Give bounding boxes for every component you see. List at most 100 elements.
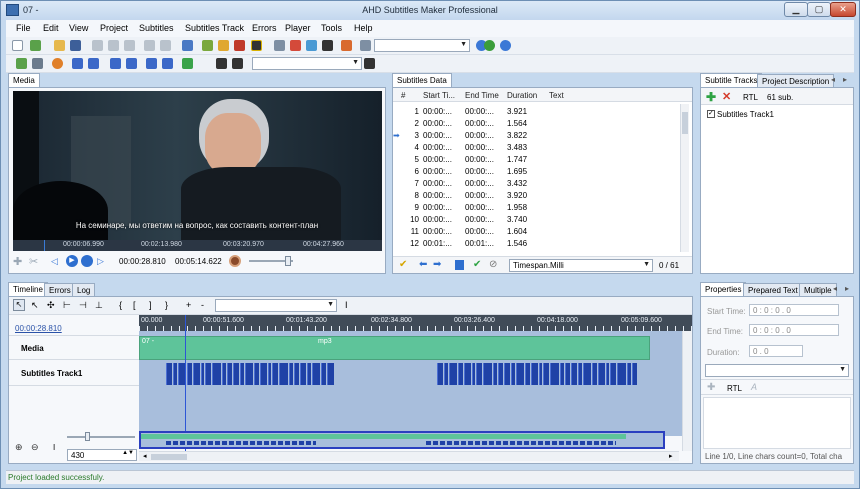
pointer-icon[interactable]: ↖ bbox=[31, 300, 39, 311]
subtitle-block[interactable] bbox=[476, 363, 482, 385]
bracket-left-icon[interactable]: [ bbox=[133, 300, 136, 310]
split-marker-icon[interactable]: ⊥ bbox=[95, 300, 103, 311]
media-clip[interactable]: 07 - mp3 bbox=[139, 336, 650, 360]
subtitle-block[interactable] bbox=[201, 363, 204, 385]
tab-subtitles-data[interactable]: Subtitles Data bbox=[392, 73, 452, 87]
image-icon[interactable] bbox=[306, 40, 317, 51]
minimize-button[interactable]: ▁ bbox=[784, 2, 808, 17]
volume-icon[interactable] bbox=[229, 255, 241, 267]
subtitle-block[interactable] bbox=[617, 363, 626, 385]
align-left-icon[interactable] bbox=[110, 58, 121, 69]
cc-icon[interactable] bbox=[322, 40, 333, 51]
tab-errors[interactable]: Errors bbox=[44, 283, 76, 297]
menu-player[interactable]: Player bbox=[285, 23, 311, 33]
subtitle-block[interactable] bbox=[565, 363, 570, 385]
subtitle-block[interactable] bbox=[531, 363, 538, 385]
grid-scrollbar[interactable] bbox=[680, 104, 689, 252]
track-name[interactable]: Subtitles Track1 bbox=[717, 110, 774, 119]
scissors-icon[interactable]: ✂ bbox=[29, 255, 41, 268]
timeline-dropdown[interactable]: ▼ bbox=[215, 299, 337, 312]
timeline-hscroll[interactable]: ◂ ▸ bbox=[139, 451, 679, 461]
subtitle-block[interactable] bbox=[268, 363, 271, 385]
add-icon[interactable] bbox=[30, 40, 41, 51]
tab-prepared-text[interactable]: Prepared Text bbox=[743, 283, 803, 297]
subtitle-text-editor[interactable] bbox=[703, 397, 851, 449]
subtitle-block[interactable] bbox=[300, 363, 306, 385]
subtitle-block[interactable] bbox=[525, 363, 530, 385]
subtitle-block[interactable] bbox=[458, 363, 463, 385]
approve-icon[interactable]: ✔ bbox=[473, 259, 481, 270]
film-icon[interactable] bbox=[232, 58, 243, 69]
new-file-icon[interactable] bbox=[12, 40, 23, 51]
table-row[interactable]: 12 00:01:... 00:01:... 1.546 bbox=[393, 238, 679, 249]
subtitle-block[interactable] bbox=[560, 363, 564, 385]
subtitle-block[interactable] bbox=[498, 363, 503, 385]
subtitle-block[interactable] bbox=[550, 363, 559, 385]
no-entry-icon[interactable] bbox=[52, 58, 63, 69]
trim-start-icon[interactable]: ⊢ bbox=[63, 300, 71, 311]
bracket-open-icon[interactable]: { bbox=[119, 300, 122, 310]
menu-errors[interactable]: Errors bbox=[252, 23, 277, 33]
user-icon[interactable] bbox=[484, 40, 495, 51]
subtitle-block[interactable] bbox=[327, 363, 334, 385]
menu-file[interactable]: File bbox=[16, 23, 31, 33]
record-icon[interactable] bbox=[234, 40, 245, 51]
align-right-icon[interactable] bbox=[126, 58, 137, 69]
video-ruler[interactable]: 00:00:06.990 00:02:13.980 00:03:20.970 0… bbox=[13, 240, 382, 251]
rtl-button[interactable]: RTL bbox=[743, 93, 758, 102]
tab-project-description[interactable]: Project Description bbox=[757, 74, 835, 88]
subtitle-block[interactable] bbox=[173, 363, 177, 385]
redo-icon[interactable] bbox=[160, 40, 171, 51]
subtitle-block[interactable] bbox=[437, 363, 443, 385]
subtitle-block[interactable] bbox=[632, 363, 637, 385]
split-icon[interactable] bbox=[162, 58, 173, 69]
subtitle-block[interactable] bbox=[578, 363, 582, 385]
subtitle-block[interactable] bbox=[598, 363, 605, 385]
stop-button[interactable] bbox=[81, 255, 93, 267]
subtitle-block[interactable] bbox=[245, 363, 253, 385]
open-folder-icon[interactable] bbox=[54, 40, 65, 51]
subtitle-block[interactable] bbox=[307, 363, 311, 385]
menu-subtitles[interactable]: Subtitles bbox=[139, 23, 174, 33]
doc-icon[interactable] bbox=[455, 260, 464, 270]
zoom-slider-thumb[interactable] bbox=[85, 432, 90, 441]
table-row[interactable]: 4 00:00:... 00:00:... 3.483 bbox=[393, 142, 679, 153]
undo-icon[interactable] bbox=[144, 40, 155, 51]
tab-media[interactable]: Media bbox=[8, 73, 40, 87]
subtitle-block[interactable] bbox=[627, 363, 631, 385]
move-icon[interactable]: ✣ bbox=[47, 300, 55, 311]
subtitle-block[interactable] bbox=[312, 363, 320, 385]
grid-scrollbar-thumb[interactable] bbox=[682, 112, 688, 134]
start-time-input[interactable]: 0 : 0 : 0 . 0 bbox=[749, 304, 839, 316]
shift-left-icon[interactable] bbox=[72, 58, 83, 69]
clap-icon[interactable] bbox=[216, 58, 227, 69]
end-time-input[interactable]: 0 : 0 : 0 . 0 bbox=[749, 324, 839, 336]
subtitle-block[interactable] bbox=[233, 363, 239, 385]
toolbar-dropdown[interactable]: ▼ bbox=[374, 39, 470, 52]
menu-subtitles-track[interactable]: Subtitles Track bbox=[185, 23, 244, 33]
cut-icon[interactable] bbox=[92, 40, 103, 51]
import-icon[interactable] bbox=[182, 40, 193, 51]
copy-icon[interactable] bbox=[108, 40, 119, 51]
subtitle-block[interactable] bbox=[583, 363, 591, 385]
subtitle-block[interactable] bbox=[260, 363, 267, 385]
tab-timeline[interactable]: Timeline bbox=[8, 282, 48, 296]
subtitle-block[interactable] bbox=[193, 363, 200, 385]
zoom-out-small-icon[interactable]: - bbox=[201, 300, 204, 310]
table-row[interactable]: 10 00:00:... 00:00:... 3.740 bbox=[393, 214, 679, 225]
subtitle-block[interactable] bbox=[464, 363, 471, 385]
hscroll-left-icon[interactable]: ◂ bbox=[143, 452, 147, 460]
subtitle-block[interactable] bbox=[254, 363, 259, 385]
subtitle-block[interactable] bbox=[222, 363, 226, 385]
subtitle-blocks-group-1[interactable] bbox=[166, 363, 336, 385]
cursor-tool-icon[interactable]: I bbox=[53, 443, 55, 452]
duplicate-icon[interactable] bbox=[16, 58, 27, 69]
save-icon[interactable] bbox=[70, 40, 81, 51]
zoom-in-small-icon[interactable]: + bbox=[186, 300, 191, 310]
timespan-select[interactable]: Timespan.Milli ▼ bbox=[509, 259, 653, 272]
arrow-left-icon[interactable]: ⬅ bbox=[419, 259, 427, 270]
timeline-current-time[interactable]: 00:00:28.810 bbox=[15, 324, 62, 333]
add-track-icon[interactable]: ✚ bbox=[706, 90, 716, 104]
tab-log[interactable]: Log bbox=[72, 283, 96, 297]
col-start-time[interactable]: Start Ti... bbox=[423, 91, 455, 100]
